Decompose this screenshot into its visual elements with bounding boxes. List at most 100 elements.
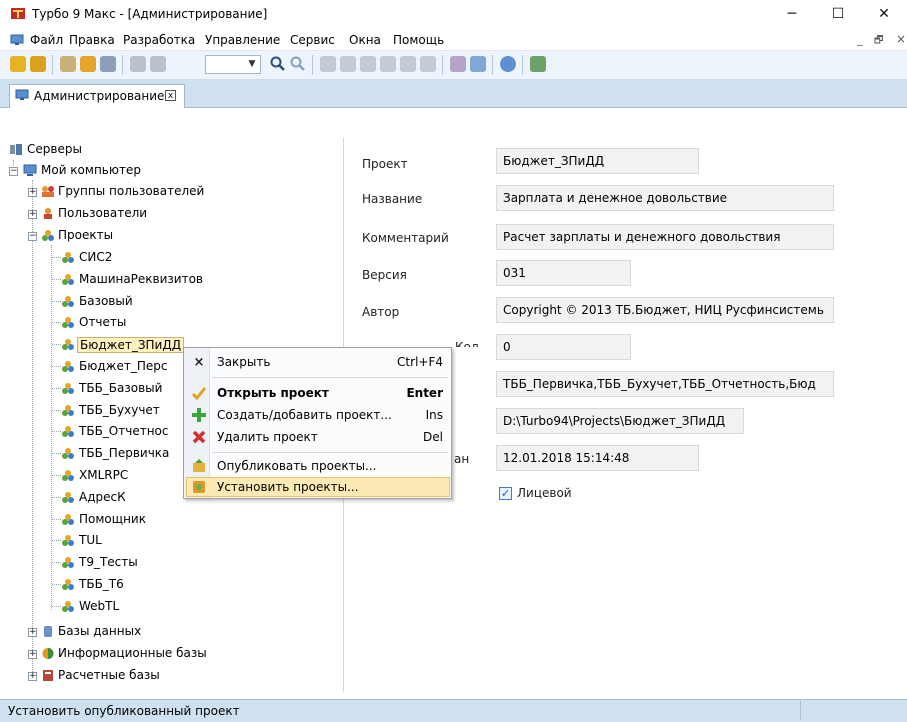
copy-icon[interactable] [340, 56, 356, 72]
paste-icon[interactable] [360, 56, 376, 72]
menu-file[interactable]: Файл [30, 33, 63, 47]
expand-icon[interactable]: + [28, 672, 37, 681]
tree-node-project[interactable]: Отчеты [79, 315, 126, 329]
tree-node-project[interactable]: XMLRPC [79, 468, 128, 482]
check-icon[interactable] [10, 56, 26, 72]
tree-node-project[interactable]: Бюджет_Перс [79, 359, 167, 373]
tree-line [52, 301, 61, 302]
tree-line [52, 584, 61, 585]
menu-windows[interactable]: Окна [349, 33, 381, 47]
maximize-button[interactable]: ☐ [815, 0, 861, 30]
project-icon [61, 338, 75, 351]
menu-development[interactable]: Разработка [123, 33, 195, 47]
tree-node-calc-bases[interactable]: Расчетные базы [58, 668, 160, 682]
tree-node-project[interactable]: АдресК [79, 490, 126, 504]
undo-icon[interactable] [400, 56, 416, 72]
collapse-icon[interactable]: − [9, 167, 18, 176]
mdi-restore-button[interactable]: 🗗 [874, 33, 883, 50]
tree-node-project[interactable]: Базовый [79, 294, 133, 308]
tree-node-project[interactable]: TUL [79, 533, 102, 547]
menu-item-create-label: Создать/добавить проект... [217, 408, 392, 422]
tree-node-project[interactable]: WebTL [79, 599, 119, 613]
tree-node-projects[interactable]: Проекты [58, 228, 113, 242]
project-icon [61, 578, 75, 591]
close-window-button[interactable]: ✕ [861, 0, 907, 30]
tree-node-servers[interactable]: Серверы [27, 142, 82, 156]
open-folder-icon[interactable] [80, 56, 96, 72]
print-preview-icon[interactable] [150, 56, 166, 72]
app-logo-icon [10, 6, 26, 22]
tab-close-icon[interactable]: x [165, 90, 176, 101]
menu-help[interactable]: Помощь [393, 33, 444, 47]
mdi-minimize-button[interactable]: _ [857, 33, 863, 46]
check-all-icon[interactable] [30, 56, 46, 72]
tree-line [51, 245, 52, 610]
tree-node-users[interactable]: Пользователи [58, 206, 147, 220]
tools-icon[interactable] [450, 56, 466, 72]
created-field[interactable]: 12.01.2018 15:14:48 [496, 445, 699, 471]
menu-item-delete-label: Удалить проект [217, 430, 318, 444]
tree-node-user-groups[interactable]: Группы пользователей [58, 184, 204, 198]
project-icon [61, 556, 75, 569]
chevron-down-icon[interactable]: ▼ [244, 56, 260, 72]
network-icon[interactable] [470, 56, 486, 72]
computer-icon [15, 89, 29, 101]
menu-service[interactable]: Сервис [290, 33, 335, 47]
tree-node-project[interactable]: ТББ_Бухучет [79, 403, 160, 417]
author-field[interactable]: Copyright © 2013 ТБ.Бюджет, НИЦ Русфинси… [496, 297, 834, 323]
name-label: Название [362, 192, 423, 206]
tree-node-project[interactable]: ТББ_Т6 [79, 577, 124, 591]
tree-node-project[interactable]: T9_Тесты [79, 555, 138, 569]
tree-node-project[interactable]: Помощник [79, 512, 146, 526]
new-icon[interactable] [60, 56, 76, 72]
tree-node-my-computer[interactable]: Мой компьютер [41, 163, 141, 177]
code-field[interactable]: 0 [496, 334, 631, 360]
cut-icon[interactable] [320, 56, 336, 72]
tree-node-project[interactable]: МашинаРеквизитов [79, 272, 203, 286]
exit-icon[interactable] [530, 56, 546, 72]
version-label: Версия [362, 268, 407, 282]
collapse-icon[interactable]: − [28, 232, 37, 241]
mdi-close-button[interactable]: × [896, 32, 906, 46]
name-field[interactable]: Зарплата и денежное довольствие [496, 185, 834, 211]
project-field[interactable]: Бюджет_ЗПиДД [496, 148, 699, 174]
delete-icon[interactable] [380, 56, 396, 72]
menu-item-publish-label: Опубликовать проекты... [217, 459, 377, 473]
add-icon [191, 407, 207, 423]
face-checkbox[interactable]: ✓ [499, 487, 512, 500]
save-icon[interactable] [100, 56, 116, 72]
tree-node-project[interactable]: ТББ_Отчетнос [79, 424, 168, 438]
expand-icon[interactable]: + [28, 628, 37, 637]
help-icon[interactable] [500, 56, 516, 72]
tree-line [32, 180, 33, 678]
search-next-icon[interactable] [290, 56, 306, 72]
project-icon [61, 469, 75, 482]
servers-icon [9, 143, 23, 156]
expand-icon[interactable]: + [28, 650, 37, 659]
calc-base-icon [41, 669, 55, 682]
tree-line [52, 540, 61, 541]
minimize-button[interactable]: ─ [769, 0, 815, 30]
menu-management[interactable]: Управление [205, 33, 280, 47]
tree-node-project[interactable]: СИС2 [79, 250, 112, 264]
expand-icon[interactable]: + [28, 188, 37, 197]
tree-node-project[interactable]: ТББ_Первичка [79, 446, 169, 460]
project-icon [61, 425, 75, 438]
comment-field[interactable]: Расчет зарплаты и денежного довольствия [496, 224, 834, 250]
tree-node-info-bases[interactable]: Информационные базы [58, 646, 207, 660]
project-icon [61, 534, 75, 547]
print-icon[interactable] [130, 56, 146, 72]
path-field[interactable]: D:\Turbo94\Projects\Бюджет_ЗПиДД [496, 408, 744, 434]
delete-icon [191, 429, 207, 445]
expand-icon[interactable]: + [28, 210, 37, 219]
tree-line [52, 257, 61, 258]
tree-node-databases[interactable]: Базы данных [58, 624, 141, 638]
dependencies-field[interactable]: ТББ_Первичка,ТББ_Бухучет,ТББ_Отчетность,… [496, 371, 834, 397]
version-field[interactable]: 031 [496, 260, 631, 286]
tree-node-project[interactable]: ТББ_Базовый [79, 381, 162, 395]
tree-node-project[interactable]: Бюджет_ЗПиДД [77, 337, 185, 353]
project-icon [61, 447, 75, 460]
menu-edit[interactable]: Правка [69, 33, 115, 47]
search-icon[interactable] [270, 56, 286, 72]
redo-icon[interactable] [420, 56, 436, 72]
